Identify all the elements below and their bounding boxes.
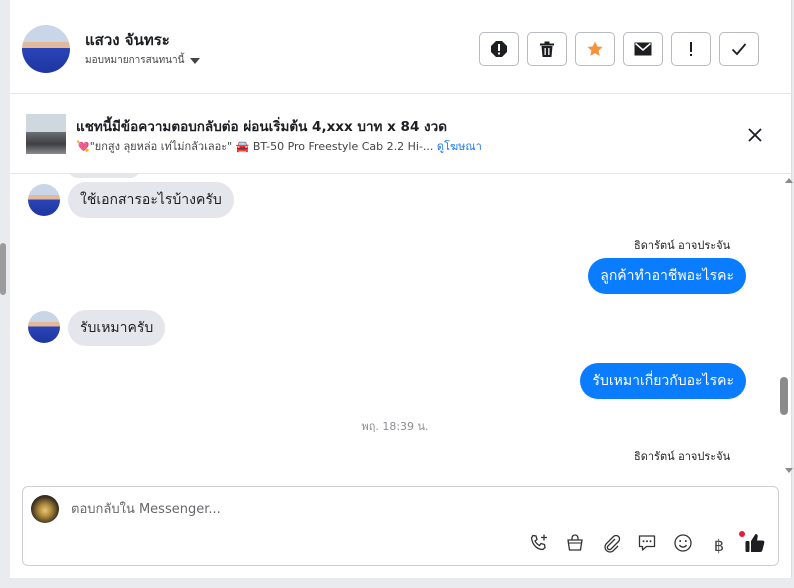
delete-button[interactable] (527, 32, 567, 66)
contact-avatar-small[interactable] (28, 311, 60, 343)
reply-input[interactable] (71, 499, 751, 519)
conversation-panel: แสวง จันทระ มอบหมายการสนทนานี้ แชทนี้มีข… (10, 0, 793, 578)
check-icon (731, 42, 747, 56)
star-icon (586, 40, 604, 58)
assign-label: มอบหมายการสนทนานี้ (85, 55, 185, 66)
emoji-icon (673, 533, 693, 557)
phone-plus-icon (529, 533, 549, 557)
caret-down-icon (190, 57, 201, 64)
attach-button[interactable] (600, 534, 622, 556)
scroll-down-arrow-icon[interactable] (785, 468, 793, 473)
baht-icon: ฿ (713, 535, 725, 555)
scrollbar-thumb[interactable] (780, 377, 788, 415)
side-panel-resize-handle[interactable] (0, 243, 6, 295)
follow-up-button[interactable] (671, 32, 711, 66)
assign-conversation-dropdown[interactable]: มอบหมายการสนทนานี้ (85, 53, 201, 68)
paperclip-icon (601, 533, 621, 557)
message-list[interactable]: ใช้เอกสารอะไรบ้างครับ ธิดารัตน์ อาจประจั… (10, 174, 780, 480)
like-button[interactable] (744, 534, 766, 556)
report-button[interactable] (479, 32, 519, 66)
scroll-up-arrow-icon[interactable] (785, 178, 793, 183)
alert-icon (490, 40, 508, 58)
outgoing-message[interactable]: รับเหมาเกี่ยวกับอะไรคะ (580, 363, 746, 399)
contact-avatar[interactable] (22, 25, 70, 73)
close-banner-button[interactable] (747, 127, 763, 147)
conversation-header: แสวง จันทระ มอบหมายการสนทนานี้ (10, 0, 792, 94)
mark-done-button[interactable] (719, 32, 759, 66)
ad-title: แชทนี้มีข้อความตอบกลับต่อ ผ่อนเริ่มต้น 4… (76, 119, 447, 135)
reply-composer: ฿ (22, 486, 779, 566)
message-timestamp: พฤ. 18:39 น. (361, 420, 429, 433)
message-scrollbar[interactable] (779, 174, 792, 480)
mark-unread-button[interactable] (623, 32, 663, 66)
contact-name[interactable]: แสวง จันทระ (85, 28, 170, 52)
ad-context-banner: แชทนี้มีข้อความตอบกลับต่อ ผ่อนเริ่มต้น 4… (10, 94, 792, 174)
shop-button[interactable] (564, 534, 586, 556)
outgoing-message[interactable]: ลูกค้าทำอาชีพอะไรคะ (588, 258, 746, 294)
view-ad-link[interactable]: ดูโฆษณา (437, 140, 482, 153)
incoming-message[interactable]: ใช้เอกสารอะไรบ้างครับ (68, 182, 234, 218)
close-icon (747, 128, 763, 147)
ad-thumbnail[interactable] (26, 114, 66, 154)
payment-button[interactable]: ฿ (708, 534, 730, 556)
sender-name: ธิดารัตน์ อาจประจัน (634, 239, 731, 252)
ad-subtitle: 💘"ยกสูง ลุยหล่อ เท่ไม่กลัวเลอะ" 🚘 BT-50 … (76, 137, 482, 155)
previous-message-fragment (68, 174, 140, 178)
ad-description: 💘"ยกสูง ลุยหล่อ เท่ไม่กลัวเลอะ" 🚘 BT-50 … (76, 140, 434, 153)
contact-avatar-small[interactable] (28, 184, 60, 216)
trash-icon (539, 41, 555, 58)
envelope-icon (634, 42, 652, 56)
emoji-button[interactable] (672, 534, 694, 556)
call-button[interactable] (528, 534, 550, 556)
star-button[interactable] (575, 32, 615, 66)
chat-bubble-icon (637, 533, 657, 557)
shopping-bag-icon (565, 533, 585, 557)
incoming-message[interactable]: รับเหมาครับ (68, 310, 166, 346)
saved-replies-button[interactable] (636, 534, 658, 556)
exclamation-icon (688, 41, 694, 57)
thumbs-up-icon (744, 532, 766, 558)
page-avatar (31, 495, 59, 523)
sender-name: ธิดารัตน์ อาจประจัน (634, 450, 731, 463)
